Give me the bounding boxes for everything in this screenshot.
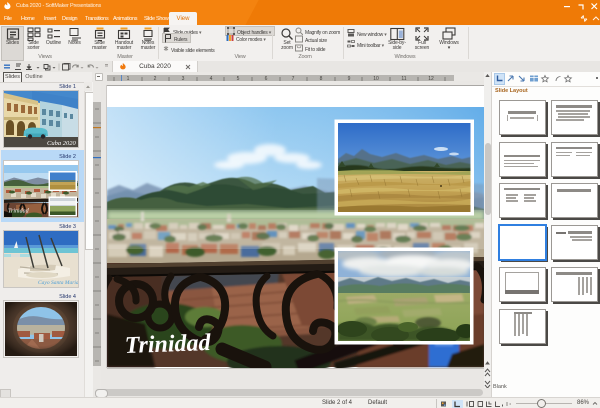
svg-text:Cayo Santa Maria: Cayo Santa Maria (38, 280, 78, 286)
svg-text:2: 2 (154, 76, 157, 81)
svg-text:5: 5 (237, 76, 240, 81)
svg-text:11: 11 (401, 76, 406, 81)
svg-text:6: 6 (265, 76, 268, 81)
svg-text:3: 3 (182, 76, 185, 81)
svg-text:9: 9 (348, 76, 351, 81)
svg-text:4: 4 (210, 76, 213, 81)
svg-text:1: 1 (127, 76, 130, 81)
svg-text:8: 8 (320, 76, 323, 81)
svg-text:Trinidad: Trinidad (8, 209, 30, 215)
svg-text:Cuba 2020: Cuba 2020 (47, 140, 76, 147)
svg-text:Trinidad: Trinidad (124, 330, 212, 359)
svg-text:12: 12 (428, 76, 434, 81)
svg-text:7: 7 (292, 76, 295, 81)
svg-text:10: 10 (373, 76, 379, 81)
